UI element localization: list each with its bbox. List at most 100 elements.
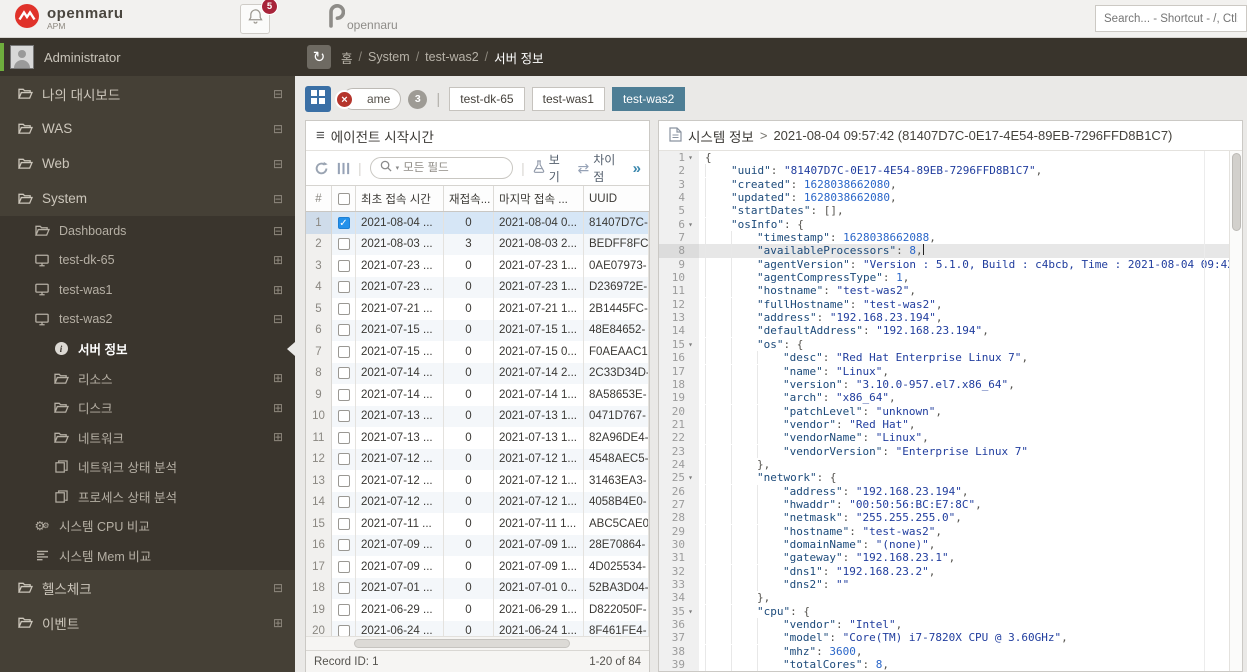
line-number-gutter[interactable]: 9	[659, 257, 699, 272]
collapse-icon[interactable]: ⊟	[273, 87, 283, 101]
sidebar-item-was[interactable]: WAS ⊟	[0, 111, 295, 146]
table-row[interactable]: 4 2021-07-23 ... 0 2021-07-23 1... D236972E-	[306, 276, 649, 298]
view-button[interactable]: 보기	[533, 151, 570, 185]
table-row[interactable]: 1 ✓ 2021-08-04 ... 0 2021-08-04 0... 81407D7C…	[306, 212, 649, 234]
field-search-box[interactable]: ▾	[369, 157, 514, 179]
table-row[interactable]: 19 2021-06-29 ... 0 2021-06-29 1... D822050F…	[306, 599, 649, 621]
line-number-gutter[interactable]: 29	[659, 524, 699, 538]
header-checkbox[interactable]	[337, 192, 350, 205]
line-number-gutter[interactable]: 26	[659, 484, 699, 498]
cell-checkbox[interactable]	[332, 362, 356, 384]
row-checkbox[interactable]	[337, 238, 350, 251]
table-row[interactable]: 9 2021-07-14 ... 0 2021-07-14 1... 8A58653E-	[306, 384, 649, 406]
cell-checkbox[interactable]	[332, 599, 356, 621]
row-checkbox[interactable]	[337, 388, 350, 401]
row-checkbox[interactable]	[337, 496, 350, 509]
vertical-scrollbar[interactable]	[1229, 151, 1242, 671]
filter-chip[interactable]: × ame	[335, 88, 402, 110]
row-checkbox[interactable]	[337, 431, 350, 444]
table-row[interactable]: 7 2021-07-15 ... 0 2021-07-15 0... F0AEAAC1-	[306, 341, 649, 363]
line-number-gutter[interactable]: 14	[659, 324, 699, 338]
line-number-gutter[interactable]: 8	[659, 244, 699, 258]
sidebar-item-event[interactable]: 이벤트 ⊞	[0, 605, 295, 640]
line-number-gutter[interactable]: 25 ▾	[659, 471, 699, 485]
row-checkbox[interactable]	[337, 259, 350, 272]
table-row[interactable]: 3 2021-07-23 ... 0 2021-07-23 1... 0AE07973-	[306, 255, 649, 277]
cell-checkbox[interactable]	[332, 384, 356, 406]
line-number-gutter[interactable]: 37	[659, 631, 699, 645]
breadcrumb-item-1[interactable]: 홈	[341, 48, 353, 67]
row-checkbox[interactable]	[337, 367, 350, 380]
sidebar-item-system-cpu-compare[interactable]: ⚙ ⚙ 시스템 CPU 비교	[0, 511, 295, 541]
columns-button[interactable]	[337, 162, 350, 175]
line-number-gutter[interactable]: 35 ▾	[659, 604, 699, 619]
sidebar-item-server-info[interactable]: i 서버 정보	[0, 334, 295, 364]
row-checkbox[interactable]	[337, 474, 350, 487]
fold-arrow-icon[interactable]: ▾	[685, 471, 696, 484]
line-number-gutter[interactable]: 3	[659, 177, 699, 192]
expand-icon[interactable]: ⊞	[273, 253, 283, 267]
cell-checkbox[interactable]	[332, 513, 356, 535]
line-number-gutter[interactable]: 19	[659, 391, 699, 405]
json-code-editor[interactable]: 1 ▾{2 "uuid": "81407D7C-0E17-4E54-89EB-729…	[659, 151, 1242, 671]
breadcrumb-item-3[interactable]: test-was2	[425, 50, 479, 64]
fold-arrow-icon[interactable]: ▾	[685, 218, 696, 231]
line-number-gutter[interactable]: 31	[659, 551, 699, 565]
table-row[interactable]: 16 2021-07-09 ... 0 2021-07-09 1... 28E70864…	[306, 534, 649, 556]
collapse-icon[interactable]: ⊟	[273, 312, 283, 326]
field-search-input[interactable]	[403, 162, 496, 174]
expand-icon[interactable]: ⊞	[273, 401, 283, 415]
sidebar-item-system[interactable]: System ⊟	[0, 181, 295, 216]
collapse-icon[interactable]: ⊟	[273, 122, 283, 136]
cell-checkbox[interactable]	[332, 405, 356, 427]
fold-arrow-icon[interactable]: ▾	[685, 151, 696, 164]
tab-test-dk-65[interactable]: test-dk-65	[449, 87, 525, 111]
row-checkbox[interactable]	[337, 410, 350, 423]
user-box[interactable]: Administrator	[0, 38, 295, 76]
line-number-gutter[interactable]: 11	[659, 284, 699, 298]
line-number-gutter[interactable]: 33	[659, 578, 699, 592]
sidebar-item-my-dashboard[interactable]: 나의 대시보드 ⊟	[0, 76, 295, 111]
sidebar-item-web[interactable]: Web ⊟	[0, 146, 295, 181]
breadcrumb-item-2[interactable]: System	[368, 50, 410, 64]
sidebar-item-network[interactable]: 네트워크 ⊞	[0, 422, 295, 452]
line-number-gutter[interactable]: 16	[659, 351, 699, 365]
line-number-gutter[interactable]: 38	[659, 644, 699, 659]
sidebar-item-dashboards[interactable]: Dashboards ⊟	[0, 216, 295, 246]
line-number-gutter[interactable]: 28	[659, 511, 699, 525]
vertical-scrollbar-thumb[interactable]	[1232, 153, 1241, 231]
line-number-gutter[interactable]: 24	[659, 457, 699, 472]
table-row[interactable]: 6 2021-07-15 ... 0 2021-07-15 1... 48E84652-	[306, 319, 649, 341]
collapse-icon[interactable]: ⊟	[273, 581, 283, 595]
sidebar-item-test-dk-65[interactable]: test-dk-65 ⊞	[0, 245, 295, 275]
sidebar-item-test-was1[interactable]: test-was1 ⊞	[0, 275, 295, 305]
expand-icon[interactable]: ⊞	[273, 371, 283, 385]
tab-test-was1[interactable]: test-was1	[531, 87, 605, 111]
table-row[interactable]: 2 2021-08-03 ... 3 2021-08-03 2... BEDFF8FC-	[306, 233, 649, 255]
cell-checkbox[interactable]	[332, 233, 356, 255]
table-row[interactable]: 8 2021-07-14 ... 0 2021-07-14 2... 2C33D34D-	[306, 362, 649, 384]
agent-panel-header[interactable]: ≡ 에이전트 시작시간	[306, 121, 649, 151]
sidebar-item-network-status-analysis[interactable]: 네트워크 상태 분석	[0, 452, 295, 482]
collapse-icon[interactable]: ⊟	[273, 157, 283, 171]
sidebar-item-disk[interactable]: 디스크 ⊞	[0, 393, 295, 423]
line-number-gutter[interactable]: 34	[659, 591, 699, 605]
row-checkbox[interactable]	[337, 582, 350, 595]
cell-checkbox[interactable]	[332, 319, 356, 341]
line-number-gutter[interactable]: 4	[659, 191, 699, 205]
cell-checkbox[interactable]	[332, 276, 356, 298]
table-row[interactable]: 10 2021-07-13 ... 0 2021-07-13 1... 0471D767…	[306, 405, 649, 427]
sidebar-item-healthcheck[interactable]: 헬스체크 ⊟	[0, 570, 295, 605]
row-checkbox[interactable]	[337, 603, 350, 616]
sidebar-item-process-status-analysis[interactable]: 프로세스 상태 분석	[0, 481, 295, 511]
table-row[interactable]: 13 2021-07-12 ... 0 2021-07-12 1... 31463EA3…	[306, 470, 649, 492]
row-checkbox[interactable]	[337, 302, 350, 315]
line-number-gutter[interactable]: 2	[659, 164, 699, 178]
cell-checkbox[interactable]	[332, 448, 356, 470]
line-number-gutter[interactable]: 7	[659, 231, 699, 245]
cell-checkbox[interactable]	[332, 341, 356, 363]
line-number-gutter[interactable]: 27	[659, 497, 699, 512]
cell-checkbox[interactable]	[332, 577, 356, 599]
line-number-gutter[interactable]: 1 ▾	[659, 151, 699, 165]
row-checkbox[interactable]	[337, 281, 350, 294]
